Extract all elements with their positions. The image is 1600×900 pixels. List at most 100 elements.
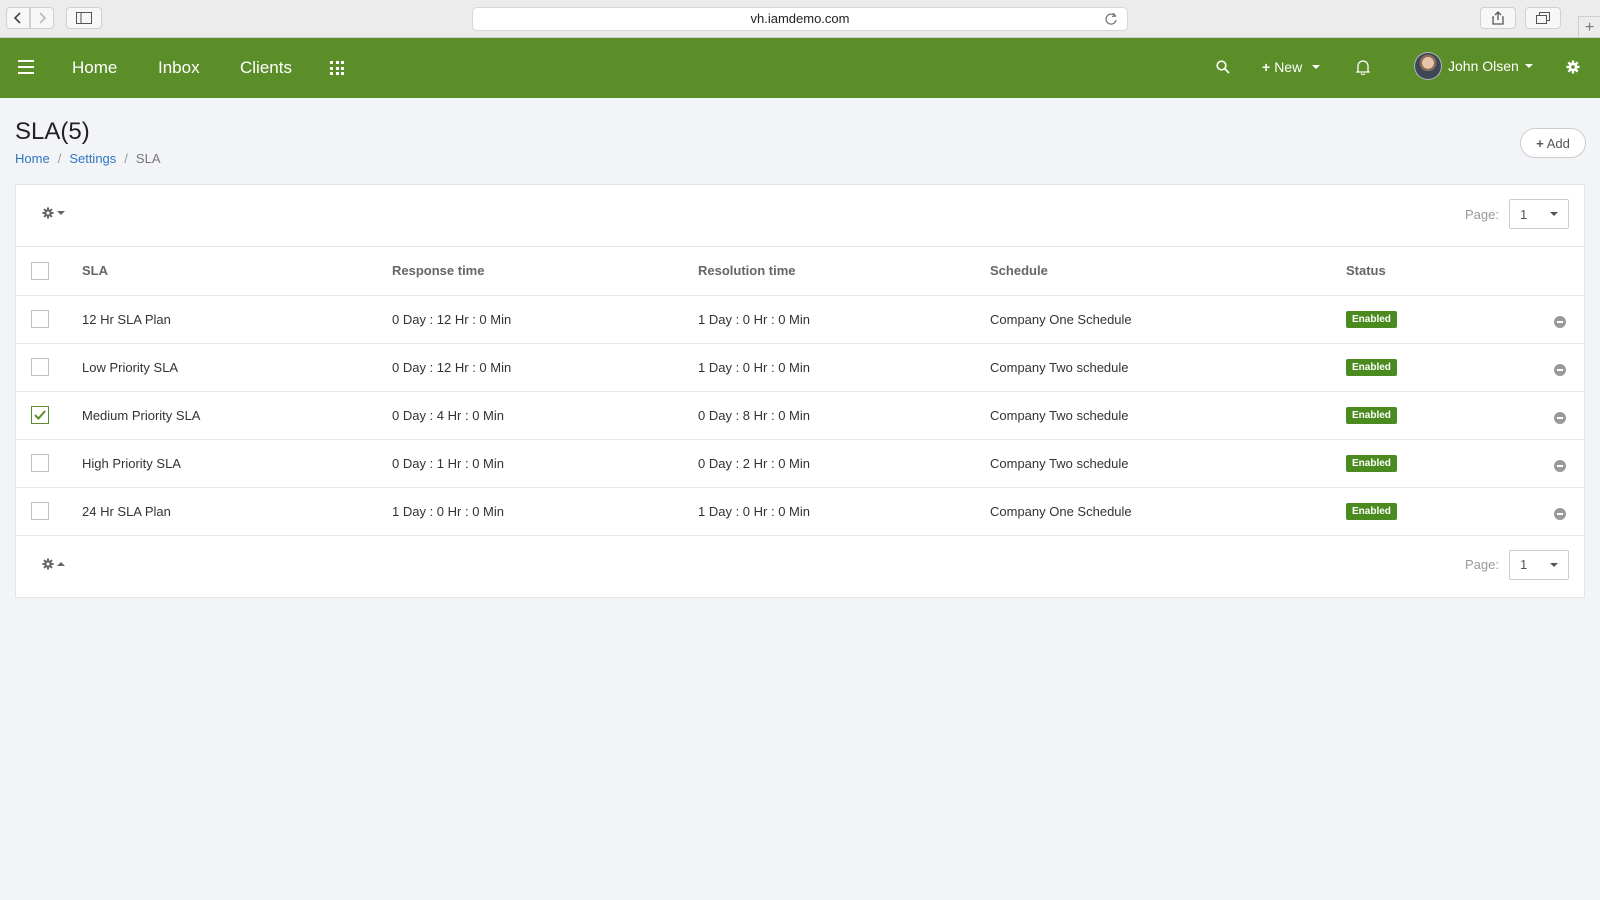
browser-share-button[interactable] [1480, 7, 1516, 29]
breadcrumb-current: SLA [135, 151, 161, 166]
bell-icon[interactable] [1356, 59, 1370, 75]
address-url: vh.iamdemo.com [750, 11, 850, 26]
header-sla[interactable]: SLA [82, 247, 392, 296]
table-row: 12 Hr SLA Plan 0 Day : 12 Hr : 0 Min 1 D… [16, 295, 1584, 344]
header-schedule[interactable]: Schedule [990, 247, 1346, 296]
breadcrumb: Home / Settings / SLA [15, 151, 161, 166]
resolution-time: 1 Day : 0 Hr : 0 Min [698, 343, 990, 392]
page-select-value: 1 [1520, 206, 1528, 222]
row-checkbox[interactable] [31, 454, 49, 472]
row-checkbox[interactable] [31, 406, 49, 424]
user-menu[interactable]: John Olsen [1414, 52, 1533, 80]
header-status[interactable]: Status [1346, 247, 1536, 296]
resolution-time: 1 Day : 0 Hr : 0 Min [698, 487, 990, 536]
caret-down-icon [1312, 65, 1321, 69]
new-tab-button[interactable]: + [1578, 16, 1600, 38]
row-checkbox[interactable] [31, 502, 49, 520]
resolution-time: 0 Day : 8 Hr : 0 Min [698, 391, 990, 440]
caret-down-icon [57, 211, 65, 215]
bulk-actions-dropdown[interactable] [42, 207, 65, 219]
nav-inbox[interactable]: Inbox [158, 58, 200, 78]
app-header: Home Inbox Clients + New John Olsen [0, 38, 1600, 98]
bottom-toolbar: Page: 1 [16, 536, 1584, 596]
sla-name[interactable]: 12 Hr SLA Plan [82, 295, 392, 344]
search-icon[interactable] [1216, 60, 1230, 74]
response-time: 1 Day : 0 Hr : 0 Min [392, 487, 698, 536]
schedule: Company Two schedule [990, 343, 1346, 392]
table-row: Medium Priority SLA 0 Day : 4 Hr : 0 Min… [16, 391, 1584, 440]
page-select-value: 1 [1520, 557, 1528, 572]
add-button[interactable]: + Add [1520, 128, 1586, 158]
header-actions [1536, 247, 1584, 296]
breadcrumb-home[interactable]: Home [15, 151, 50, 166]
page-select[interactable]: 1 [1509, 199, 1569, 229]
sla-name[interactable]: 24 Hr SLA Plan [82, 487, 392, 536]
table-row: Low Priority SLA 0 Day : 12 Hr : 0 Min 1… [16, 343, 1584, 392]
user-name: John Olsen [1448, 58, 1519, 74]
bulk-actions-dropup[interactable] [42, 557, 65, 570]
plus-icon: + [1536, 135, 1544, 151]
address-bar[interactable]: vh.iamdemo.com [472, 7, 1128, 31]
schedule: Company One Schedule [990, 487, 1346, 536]
apps-grid-icon[interactable] [330, 61, 344, 75]
status-badge: Enabled [1346, 407, 1397, 424]
minus-circle-icon[interactable] [1554, 459, 1566, 472]
sla-table: SLA Response time Resolution time Schedu… [16, 247, 1584, 536]
caret-down-icon [1524, 64, 1533, 68]
reload-icon[interactable] [1103, 11, 1119, 27]
page-select[interactable]: 1 [1509, 549, 1569, 580]
gear-icon[interactable] [1566, 60, 1580, 74]
gear-icon [42, 207, 54, 219]
select-all-checkbox[interactable] [31, 261, 49, 280]
nav-clients[interactable]: Clients [240, 58, 292, 78]
pager-top: Page: 1 [1465, 199, 1569, 229]
table-row: 24 Hr SLA Plan 1 Day : 0 Hr : 0 Min 1 Da… [16, 487, 1584, 536]
checkmark-icon [34, 410, 46, 420]
status-badge: Enabled [1346, 503, 1397, 520]
row-checkbox[interactable] [31, 310, 49, 328]
schedule: Company Two schedule [990, 439, 1346, 488]
resolution-time: 1 Day : 0 Hr : 0 Min [698, 295, 990, 344]
nav-home[interactable]: Home [72, 58, 117, 78]
page-label: Page: [1465, 206, 1499, 222]
browser-tabs-button[interactable] [1525, 7, 1561, 29]
chevron-right-icon [39, 12, 47, 24]
hamburger-icon[interactable] [18, 60, 34, 74]
response-time: 0 Day : 4 Hr : 0 Min [392, 391, 698, 440]
response-time: 0 Day : 1 Hr : 0 Min [392, 439, 698, 488]
row-checkbox[interactable] [31, 358, 49, 376]
page-title: SLA(5) [15, 118, 90, 145]
select-all-cell [16, 247, 82, 296]
response-time: 0 Day : 12 Hr : 0 Min [392, 343, 698, 392]
share-icon [1492, 11, 1504, 25]
response-time: 0 Day : 12 Hr : 0 Min [392, 295, 698, 344]
minus-circle-icon[interactable] [1554, 411, 1566, 424]
caret-down-icon [1550, 562, 1558, 567]
tabs-icon [1536, 12, 1550, 24]
table-row: High Priority SLA 0 Day : 1 Hr : 0 Min 0… [16, 439, 1584, 488]
header-resolution-time[interactable]: Resolution time [698, 247, 990, 296]
sla-name[interactable]: High Priority SLA [82, 439, 392, 488]
caret-down-icon [1550, 212, 1558, 216]
browser-chrome: vh.iamdemo.com + [0, 0, 1600, 38]
new-dropdown-button[interactable]: + New [1262, 59, 1321, 75]
minus-circle-icon[interactable] [1554, 363, 1566, 376]
status-badge: Enabled [1346, 455, 1397, 472]
sla-name[interactable]: Medium Priority SLA [82, 391, 392, 440]
minus-circle-icon[interactable] [1554, 507, 1566, 520]
breadcrumb-settings[interactable]: Settings [69, 151, 116, 166]
table-header-row: SLA Response time Resolution time Schedu… [16, 247, 1584, 296]
sla-name[interactable]: Low Priority SLA [82, 343, 392, 392]
avatar [1414, 52, 1442, 80]
minus-circle-icon[interactable] [1554, 315, 1566, 328]
status-badge: Enabled [1346, 359, 1397, 376]
schedule: Company Two schedule [990, 391, 1346, 440]
header-response-time[interactable]: Response time [392, 247, 698, 296]
browser-forward-button[interactable] [30, 7, 54, 29]
browser-back-button[interactable] [6, 7, 30, 29]
page-label: Page: [1465, 557, 1499, 572]
add-label: Add [1546, 135, 1570, 151]
sidebar-icon [76, 12, 92, 24]
browser-sidebar-button[interactable] [66, 7, 102, 29]
new-label: New [1274, 59, 1303, 75]
